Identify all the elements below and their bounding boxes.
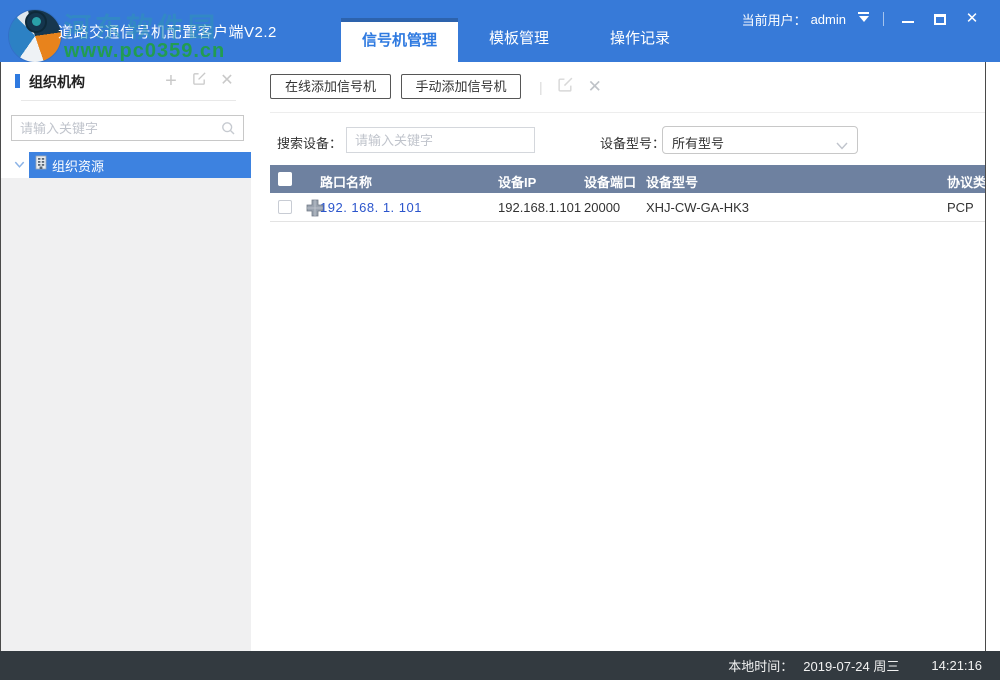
building-icon	[35, 155, 47, 175]
edit-icon	[192, 71, 207, 91]
col-port: 设备端口	[584, 172, 636, 191]
chevron-down-icon	[836, 137, 848, 155]
sidebar-header: 组织机构 + ✕	[1, 70, 251, 94]
sidebar: 组织机构 + ✕	[0, 62, 251, 651]
filter-row: 搜索设备： 设备型号： 所有型号	[251, 126, 985, 156]
col-protocol: 协议类型	[947, 172, 985, 191]
tree-row: 组织资源	[1, 152, 252, 178]
statusbar: 本地时间： 2019-07-24 周三 14:21:16	[0, 651, 1000, 680]
edit-icon	[557, 76, 574, 98]
org-search-box	[11, 115, 244, 141]
model-label: 设备型号：	[600, 133, 665, 152]
current-user-label: 当前用户：	[742, 10, 807, 29]
device-table: 路口名称 设备IP 设备端口 设备型号 协议类型 192. 168. 1. 10…	[270, 165, 985, 222]
cell-ip: 192.168.1.101	[498, 200, 581, 215]
row-checkbox[interactable]	[278, 200, 292, 214]
titlebar: 道路交通信号机配置客户端V2.2 信号机管理 模板管理 操作记录 当前用户： a…	[0, 0, 1000, 62]
col-model: 设备型号	[646, 172, 698, 191]
delete-org-button[interactable]: ✕	[213, 70, 241, 92]
device-name-link[interactable]: 192. 168. 1. 101	[320, 200, 422, 215]
device-search-label: 搜索设备：	[277, 133, 342, 152]
app-logo-icon	[9, 10, 61, 62]
col-ip: 设备IP	[498, 172, 536, 191]
col-name: 路口名称	[320, 172, 372, 191]
add-org-button[interactable]: +	[157, 70, 185, 92]
table-row: 192. 168. 1. 101 192.168.1.101 20000 XHJ…	[270, 193, 985, 222]
local-time-label: 本地时间：	[728, 656, 793, 675]
edit-org-button[interactable]	[185, 70, 213, 92]
tab-template-management[interactable]: 模板管理	[474, 18, 564, 62]
tree-item-label: 组织资源	[52, 156, 104, 175]
manual-add-button[interactable]: 手动添加信号机	[401, 74, 521, 99]
titlebar-separator	[883, 12, 884, 26]
local-date: 2019-07-24 周三	[803, 656, 899, 675]
tab-operation-records[interactable]: 操作记录	[595, 18, 685, 62]
close-icon: ✕	[220, 72, 233, 90]
app-title: 道路交通信号机配置客户端V2.2	[58, 21, 277, 42]
tree-item-org-resources[interactable]: 组织资源	[29, 152, 252, 178]
cell-model: XHJ-CW-GA-HK3	[646, 200, 749, 215]
model-select-value: 所有型号	[672, 133, 724, 152]
cell-protocol: PCP	[947, 200, 974, 215]
logo-lens-dot	[32, 17, 41, 26]
search-icon	[221, 121, 236, 141]
cell-port: 20000	[584, 200, 620, 215]
user-dropdown-caret-icon[interactable]	[858, 12, 869, 27]
chevron-down-icon[interactable]	[13, 158, 26, 176]
maximize-button[interactable]	[932, 11, 948, 27]
model-select[interactable]: 所有型号	[662, 126, 858, 154]
user-area: 当前用户： admin ✕	[742, 8, 980, 30]
sidebar-divider	[21, 100, 236, 101]
close-icon: ✕	[588, 77, 602, 96]
toolbar-divider	[270, 112, 985, 113]
minimize-button[interactable]	[900, 11, 916, 27]
toolbar-separator: |	[539, 79, 543, 95]
online-add-button[interactable]: 在线添加信号机	[270, 74, 391, 99]
org-search-input[interactable]	[20, 116, 210, 140]
panel-divider	[985, 62, 986, 651]
table-header: 路口名称 设备IP 设备端口 设备型号 协议类型	[270, 165, 985, 193]
sidebar-background	[1, 178, 251, 651]
close-button[interactable]: ✕	[964, 11, 980, 27]
current-user-name: admin	[811, 12, 846, 27]
sidebar-title-marker	[15, 74, 20, 88]
main-panel: 在线添加信号机 手动添加信号机 | ✕ 搜索设备： 设备型号： 所	[251, 62, 1000, 651]
local-time: 14:21:16	[931, 658, 982, 673]
edit-device-button[interactable]	[557, 76, 574, 98]
device-search-input[interactable]	[346, 127, 535, 153]
delete-device-button[interactable]: ✕	[588, 77, 602, 97]
close-icon: ✕	[966, 11, 979, 27]
plus-icon: +	[165, 71, 177, 91]
tab-signal-management[interactable]: 信号机管理	[341, 18, 458, 62]
app-window: 道路交通信号机配置客户端V2.2 信号机管理 模板管理 操作记录 当前用户： a…	[0, 0, 1000, 680]
select-all-checkbox[interactable]	[278, 172, 292, 186]
sidebar-title: 组织机构	[29, 72, 85, 92]
